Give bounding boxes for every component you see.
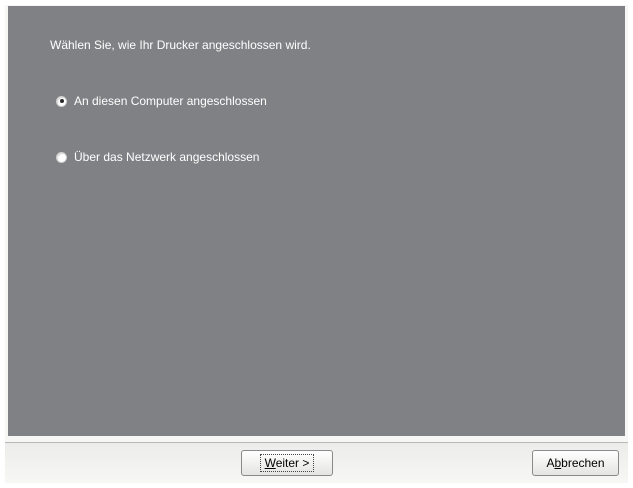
- next-button[interactable]: Weiter >: [241, 450, 333, 476]
- button-bar: Weiter > Abbrechen: [5, 443, 628, 483]
- option-local-computer-label: An diesen Computer angeschlossen: [74, 94, 267, 108]
- option-local-computer[interactable]: An diesen Computer angeschlossen: [56, 94, 267, 108]
- cancel-button-text-end: brechen: [561, 456, 605, 470]
- connection-prompt: Wählen Sie, wie Ihr Drucker angeschlosse…: [50, 38, 311, 52]
- cancel-button[interactable]: Abbrechen: [532, 450, 619, 476]
- cancel-button-label: Abbrechen: [546, 456, 604, 470]
- next-button-mnemonic: W: [264, 456, 276, 470]
- next-button-label: Weiter >: [259, 454, 315, 472]
- option-network[interactable]: Über das Netzwerk angeschlossen: [56, 150, 259, 164]
- next-button-text: eiter >: [275, 456, 310, 470]
- radio-local-computer[interactable]: [56, 95, 67, 107]
- option-network-label: Über das Netzwerk angeschlossen: [74, 150, 260, 164]
- installer-dialog: Wählen Sie, wie Ihr Drucker angeschlosse…: [5, 5, 628, 483]
- radio-network[interactable]: [56, 151, 67, 163]
- content-panel: Wählen Sie, wie Ihr Drucker angeschlosse…: [8, 6, 625, 436]
